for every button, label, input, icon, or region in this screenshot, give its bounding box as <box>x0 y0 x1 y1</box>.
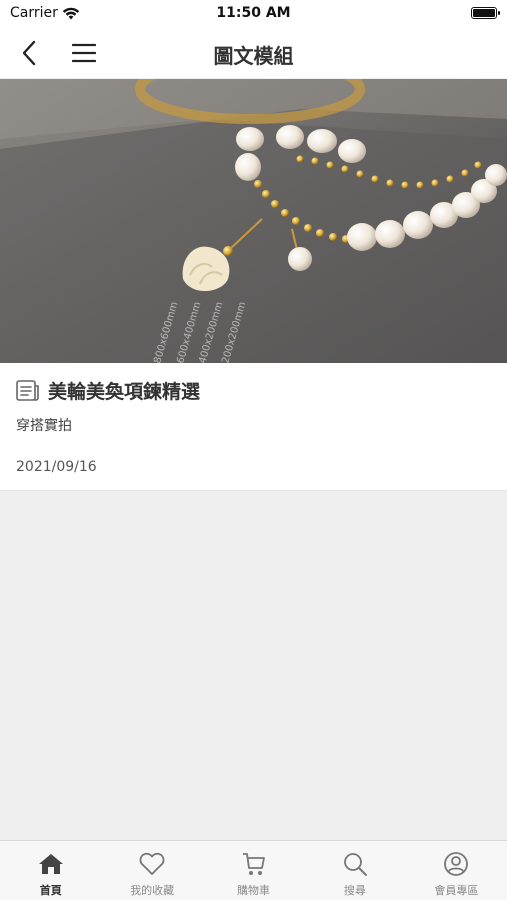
nav-bar: 圖文模組 <box>0 28 507 78</box>
tab-home[interactable]: 首頁 <box>0 841 101 900</box>
home-icon <box>38 854 63 874</box>
battery-icon <box>471 7 500 19</box>
search-icon <box>344 853 367 876</box>
tab-favorites[interactable]: 我的收藏 <box>101 841 202 900</box>
article-icon <box>16 379 39 401</box>
chevron-left-icon <box>22 40 36 66</box>
article-date: 2021/09/16 <box>16 459 97 475</box>
status-time: 11:50 AM <box>216 5 291 21</box>
tab-favorites-label: 我的收藏 <box>130 884 175 897</box>
article-card[interactable]: 美輪美奐項鍊精選 穿搭實拍 2021/09/16 <box>0 363 507 491</box>
necklace-photo: 800x600mm 600x400mm 400x200mm 200x200mm <box>0 79 507 363</box>
tab-search[interactable]: 搜尋 <box>304 841 405 900</box>
article-subtitle: 穿搭實拍 <box>16 418 72 434</box>
status-bar: Carrier 11:50 AM <box>0 0 507 28</box>
tab-member[interactable]: 會員專區 <box>406 841 507 900</box>
tab-member-label: 會員專區 <box>434 884 479 897</box>
menu-button[interactable] <box>68 38 100 68</box>
cart-icon <box>242 853 265 875</box>
tab-home-label: 首頁 <box>39 884 62 897</box>
article-title: 美輪美奐項鍊精選 <box>48 381 201 403</box>
hero-image[interactable]: 800x600mm 600x400mm 400x200mm 200x200mm <box>0 79 507 363</box>
card-title-row: 美輪美奐項鍊精選 <box>16 377 200 404</box>
tab-search-label: 搜尋 <box>343 884 366 897</box>
heart-icon <box>139 852 165 875</box>
back-button[interactable] <box>14 38 44 68</box>
tab-cart-label: 購物車 <box>237 884 271 897</box>
tab-bar: 首頁 我的收藏 購物車 搜尋 會員專區 <box>0 840 507 900</box>
hamburger-icon <box>72 43 96 63</box>
tab-cart[interactable]: 購物車 <box>203 841 304 900</box>
user-icon <box>444 852 469 876</box>
